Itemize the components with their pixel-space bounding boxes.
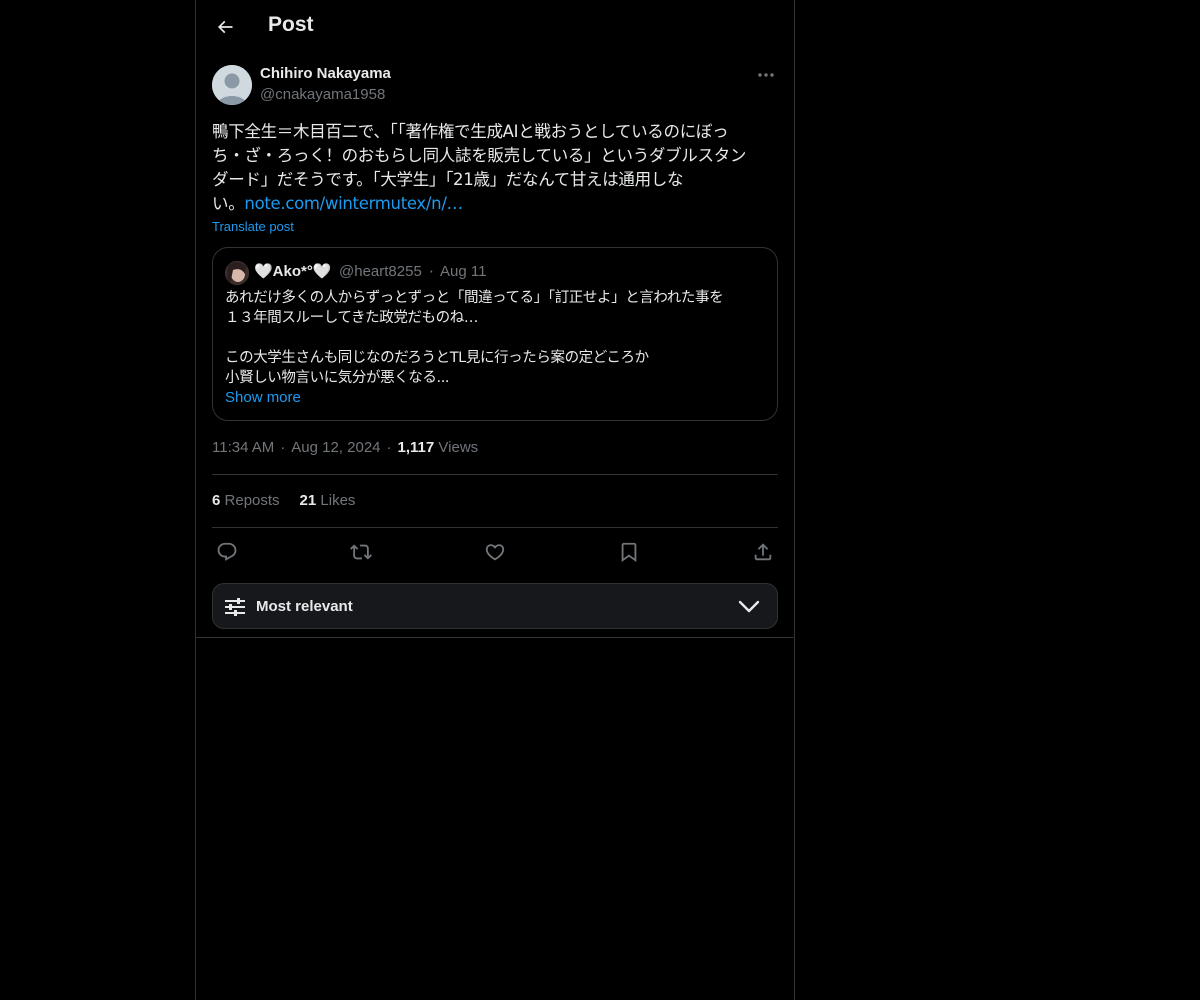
back-button[interactable] bbox=[212, 14, 238, 40]
views-count: 1,117 bbox=[397, 439, 435, 456]
author-name[interactable]: Chihiro Nakayama bbox=[260, 65, 391, 82]
share-button[interactable] bbox=[749, 538, 777, 566]
meta-separator: · bbox=[386, 439, 392, 456]
post-author: Chihiro Nakayama @cnakayama1958 bbox=[212, 64, 778, 106]
views-label: Views bbox=[438, 439, 479, 456]
page-title: Post bbox=[268, 13, 314, 36]
chevron-down-icon bbox=[738, 600, 760, 613]
repost-icon bbox=[350, 544, 372, 560]
author-handle[interactable]: @cnakayama1958 bbox=[260, 86, 385, 103]
more-options-button[interactable] bbox=[754, 64, 778, 86]
reply-icon bbox=[217, 542, 237, 561]
reply-button[interactable] bbox=[213, 538, 241, 566]
quoted-text-line: １３年間スルーしてきた政党だものね… bbox=[225, 310, 478, 326]
reposts-label: Reposts bbox=[224, 492, 280, 509]
quoted-author-name[interactable]: 🤍Ako*°🤍 bbox=[254, 262, 332, 280]
main-column: Post Chihiro Nakayama @cnakayama1958 鴨下全… bbox=[195, 0, 795, 1000]
reply-sort-dropdown[interactable]: Most relevant bbox=[212, 583, 778, 629]
views[interactable]: 1,117 Views bbox=[398, 439, 479, 456]
arrow-left-icon bbox=[217, 20, 233, 34]
post-meta: 11:34 AM · Aug 12, 2024 · 1,117 Views bbox=[212, 439, 478, 456]
meta-separator: · bbox=[280, 439, 286, 456]
post-link[interactable]: note.com/wintermutex/n/… bbox=[244, 194, 463, 213]
repost-button[interactable] bbox=[347, 538, 375, 566]
likes-count: 21 bbox=[299, 492, 317, 509]
quoted-author-handle[interactable]: @heart8255 bbox=[339, 263, 422, 280]
quoted-text-line: この大学生さんも同じなのだろうとTL見に行ったら案の定どころか bbox=[225, 350, 649, 366]
page-header: Post bbox=[196, 0, 794, 54]
share-icon bbox=[754, 543, 772, 561]
divider bbox=[212, 527, 778, 528]
quoted-separator: · bbox=[429, 263, 434, 281]
default-avatar-icon bbox=[212, 65, 252, 105]
more-icon bbox=[758, 73, 774, 77]
sliders-icon bbox=[225, 598, 245, 616]
post-text-line: ち・ざ・ろっく！のおもらし同人誌を販売している」というダブルスタン bbox=[212, 146, 747, 165]
post-date[interactable]: Aug 12, 2024 bbox=[291, 439, 380, 456]
action-bar bbox=[212, 538, 778, 566]
reposts-count: 6 bbox=[212, 492, 221, 509]
divider bbox=[212, 474, 778, 475]
quoted-post[interactable]: 🤍Ako*°🤍 @heart8255 · Aug 11 あれだけ多くの人からずっ… bbox=[212, 247, 778, 421]
heart-icon bbox=[485, 544, 505, 561]
post-text-line: い。note.com/wintermutex/n/… bbox=[212, 192, 778, 216]
post-stats: 6 Reposts 21 Likes bbox=[212, 492, 355, 509]
show-more-link[interactable]: Show more bbox=[225, 389, 301, 406]
bookmark-button[interactable] bbox=[615, 538, 643, 566]
sort-label: Most relevant bbox=[256, 598, 353, 615]
post-body: 鴨下全生＝木目百二で、「「著作権で生成AIと戦おうとしているのにぼっ ち・ざ・ろ… bbox=[212, 120, 778, 216]
quoted-avatar-image bbox=[225, 261, 249, 285]
post-text-line: ダード」だそうです。「大学生」「21歳」だなんて甘えは通用しな bbox=[212, 170, 684, 189]
likes-label: Likes bbox=[320, 492, 356, 509]
post-time[interactable]: 11:34 AM bbox=[212, 439, 274, 456]
quoted-text-line: 小賢しい物言いに気分が悪くなる... bbox=[225, 370, 450, 386]
quoted-avatar[interactable] bbox=[225, 261, 249, 285]
reposts-stat[interactable]: 6 Reposts bbox=[212, 492, 280, 509]
bookmark-icon bbox=[621, 542, 637, 563]
section-divider bbox=[196, 637, 794, 638]
quoted-date[interactable]: Aug 11 bbox=[440, 263, 486, 280]
post-text-tail: い。 bbox=[212, 194, 245, 213]
quoted-text-line bbox=[225, 328, 770, 348]
like-button[interactable] bbox=[481, 538, 509, 566]
translate-post-link[interactable]: Translate post bbox=[212, 219, 294, 234]
quoted-text: あれだけ多くの人からずっとずっと「間違ってる」「訂正せよ」と言われた事を １３年… bbox=[225, 288, 770, 388]
avatar[interactable] bbox=[212, 65, 252, 105]
likes-stat[interactable]: 21 Likes bbox=[300, 492, 356, 509]
quoted-text-line: あれだけ多くの人からずっとずっと「間違ってる」「訂正せよ」と言われた事を bbox=[225, 290, 724, 306]
post-text-line: 鴨下全生＝木目百二で、「「著作権で生成AIと戦おうとしているのにぼっ bbox=[212, 122, 729, 141]
